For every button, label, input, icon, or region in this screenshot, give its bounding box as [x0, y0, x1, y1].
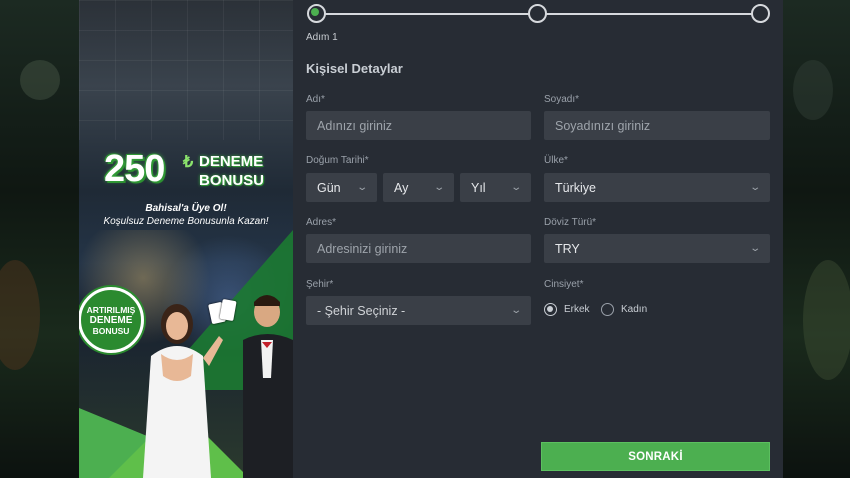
section-title: Kişisel Detaylar — [306, 61, 403, 76]
promo-title: DENEME BONUSU — [199, 153, 265, 189]
country-label: Ülke* — [544, 155, 568, 166]
step-1-indicator[interactable] — [307, 4, 326, 23]
background-decoration — [20, 60, 60, 100]
last-name-input[interactable]: Soyadınızı giriniz — [544, 111, 770, 140]
currency-value: TRY — [555, 241, 580, 256]
address-input[interactable]: Adresinizi giriniz — [306, 234, 531, 263]
current-step-label: Adım 1 — [306, 32, 338, 43]
chevron-down-icon: ⌄ — [355, 182, 368, 193]
country-value: Türkiye — [555, 180, 596, 195]
step-3-indicator[interactable] — [751, 4, 770, 23]
next-button[interactable]: SONRAKİ — [541, 442, 770, 471]
badge-line: DENEME — [89, 314, 133, 326]
chevron-down-icon: ⌄ — [509, 182, 522, 193]
badge-line: ARTIRILMIŞ — [86, 304, 136, 315]
country-select[interactable]: Türkiye ⌄ — [544, 173, 770, 202]
gender-female-radio[interactable] — [601, 303, 614, 316]
city-select[interactable]: - Şehir Seçiniz - ⌄ — [306, 296, 531, 325]
address-label: Adres* — [306, 217, 337, 228]
background-left — [0, 0, 79, 478]
step-2-indicator[interactable] — [528, 4, 547, 23]
birth-month-select[interactable]: Ay ⌄ — [383, 173, 454, 202]
birth-date-label: Doğum Tarihi* — [306, 155, 369, 166]
first-name-input[interactable]: Adınızı giriniz — [306, 111, 531, 140]
chevron-down-icon: ⌄ — [748, 243, 761, 254]
promo-tagline: Bahisal'a Üye Ol! — [145, 203, 227, 214]
city-label: Şehir* — [306, 279, 334, 290]
currency-select[interactable]: TRY ⌄ — [544, 234, 770, 263]
promo-amount: 250 — [104, 148, 165, 190]
background-decoration — [0, 260, 40, 370]
background-decoration — [803, 260, 850, 380]
banner-background-windows — [79, 0, 293, 140]
background-decoration — [793, 60, 833, 120]
birth-day-select[interactable]: Gün ⌄ — [306, 173, 377, 202]
birth-month-value: Ay — [394, 180, 409, 195]
promo-banner[interactable]: 250 ₺ DENEME BONUSU Bahisal'a Üye Ol! Ko… — [79, 0, 293, 478]
currency-label: Döviz Türü* — [544, 217, 597, 228]
promo-subtagline: Koşulsuz Deneme Bonusunla Kazan! — [103, 216, 269, 227]
promo-currency: ₺ — [183, 154, 194, 171]
chevron-down-icon: ⌄ — [748, 182, 761, 193]
birth-day-value: Gün — [317, 180, 341, 195]
birth-year-select[interactable]: Yıl ⌄ — [460, 173, 531, 202]
chevron-down-icon: ⌄ — [432, 182, 445, 193]
background-right — [783, 0, 850, 478]
birth-year-value: Yıl — [471, 180, 486, 195]
badge-line: BONUSU — [92, 325, 130, 336]
boosted-bonus-badge: ARTIRILMIŞ DENEME BONUSU — [79, 287, 144, 353]
man-illustration — [243, 295, 293, 478]
city-value: - Şehir Seçiniz - — [317, 303, 406, 318]
woman-illustration — [143, 304, 223, 478]
first-name-label: Adı* — [306, 94, 325, 105]
gender-male-radio[interactable] — [544, 303, 557, 316]
gender-male-label[interactable]: Erkek — [564, 304, 590, 315]
gender-label: Cinsiyet* — [544, 279, 584, 290]
chevron-down-icon: ⌄ — [509, 305, 522, 316]
gender-female-label[interactable]: Kadın — [621, 304, 647, 315]
last-name-label: Soyadı* — [544, 94, 580, 105]
